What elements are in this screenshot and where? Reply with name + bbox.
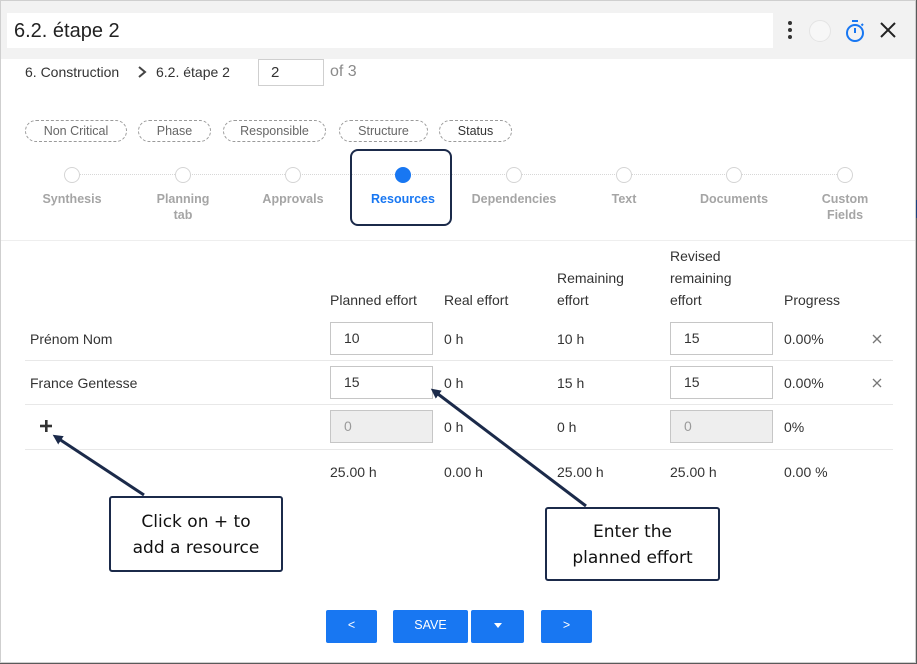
page-number-input[interactable]: 2 xyxy=(258,59,324,86)
dialog-title: 6.2. étape 2 xyxy=(14,20,120,42)
step-tab-custom[interactable]: Custom Fields xyxy=(795,191,895,223)
total-remaining-effort: 25.00 h xyxy=(557,464,604,480)
close-icon[interactable] xyxy=(878,20,898,40)
section-divider xyxy=(1,240,915,241)
remaining-effort-value: 15 h xyxy=(557,375,585,391)
title-field[interactable] xyxy=(7,13,773,48)
add-resource-icon[interactable] xyxy=(40,420,52,432)
step-tab-dependencies[interactable]: Dependencies xyxy=(464,191,564,207)
row-divider xyxy=(25,449,893,450)
breadcrumb-parent[interactable]: 6. Construction xyxy=(25,64,119,80)
previous-button[interactable]: < xyxy=(326,610,377,643)
callout-planned-effort: Enter the planned effort xyxy=(545,507,720,581)
step-dot-synthesis[interactable] xyxy=(64,167,80,183)
resource-name: Prénom Nom xyxy=(30,331,113,347)
step-label-line-2: Fields xyxy=(826,208,864,222)
remove-resource-icon[interactable] xyxy=(872,334,882,344)
header-revised-1: Revised xyxy=(670,248,721,264)
new-remaining-effort-value: 0 h xyxy=(557,419,577,435)
planned-effort-input[interactable]: 15 xyxy=(330,366,433,399)
step-label-line-2: tab xyxy=(173,208,193,222)
real-effort-value: 0 h xyxy=(444,375,464,391)
step-dot-planning[interactable] xyxy=(175,167,191,183)
step-label-line-1: Text xyxy=(611,192,637,206)
header-revised-3: effort xyxy=(670,292,702,308)
more-options-icon[interactable] xyxy=(787,21,793,41)
callout-effort-line-2: planned effort xyxy=(572,548,693,568)
step-label-line-1: Custom xyxy=(821,192,869,206)
step-label-line-1: Dependencies xyxy=(471,192,557,206)
resource-name: France Gentesse xyxy=(30,375,138,391)
total-progress: 0.00 % xyxy=(784,464,828,480)
step-label-line-1: Documents xyxy=(699,192,769,206)
step-dot-custom[interactable] xyxy=(837,167,853,183)
step-label-line-1: Synthesis xyxy=(42,192,102,206)
chip-phase[interactable]: Phase xyxy=(138,120,211,142)
remaining-effort-value: 10 h xyxy=(557,331,585,347)
save-button[interactable]: SAVE xyxy=(393,610,468,643)
callout-add-resource: Click on + to add a resource xyxy=(109,496,283,572)
status-circle-button[interactable] xyxy=(809,20,831,42)
resource-dialog: 6.2. étape 2 6. Construction 6.2. étape … xyxy=(0,0,916,663)
total-revised-remaining: 25.00 h xyxy=(670,464,717,480)
dialog-header: 6.2. étape 2 xyxy=(1,1,915,59)
header-planned-effort: Planned effort xyxy=(330,292,417,308)
header-real-effort: Real effort xyxy=(444,292,509,308)
breadcrumb-current: 6.2. étape 2 xyxy=(156,64,230,80)
step-tab-documents[interactable]: Documents xyxy=(684,191,784,207)
row-divider xyxy=(25,360,893,361)
new-planned-effort-input[interactable]: 0 xyxy=(330,410,433,443)
remove-resource-icon[interactable] xyxy=(872,378,882,388)
step-dot-dependencies[interactable] xyxy=(506,167,522,183)
header-progress: Progress xyxy=(784,292,841,308)
save-options-button[interactable] xyxy=(471,610,524,643)
step-tab-synthesis[interactable]: Synthesis xyxy=(22,191,122,207)
progress-value: 0.00% xyxy=(784,375,824,391)
header-remaining-effort-2: effort xyxy=(557,292,589,308)
new-revised-remaining-input[interactable]: 0 xyxy=(670,410,773,443)
chip-structure[interactable]: Structure xyxy=(339,120,428,142)
header-remaining-effort-1: Remaining xyxy=(557,270,624,286)
total-real-effort: 0.00 h xyxy=(444,464,483,480)
total-planned-effort: 25.00 h xyxy=(330,464,377,480)
callout-effort-line-1: Enter the xyxy=(593,522,672,542)
step-label-line-1: Approvals xyxy=(262,192,324,206)
stopwatch-icon[interactable] xyxy=(844,19,866,43)
new-progress-value: 0% xyxy=(784,419,805,435)
step-label-line-1: Planning xyxy=(156,192,210,206)
step-dot-approvals[interactable] xyxy=(285,167,301,183)
planned-effort-input[interactable]: 10 xyxy=(330,322,433,355)
chip-responsible[interactable]: Responsible xyxy=(223,120,326,142)
row-divider xyxy=(25,404,893,405)
step-tab-text[interactable]: Text xyxy=(574,191,674,207)
header-revised-2: remaining xyxy=(670,270,732,286)
chevron-right-icon xyxy=(138,66,147,78)
step-tab-resources[interactable]: Resources xyxy=(353,191,453,207)
next-button[interactable]: > xyxy=(541,610,592,643)
active-step-highlight xyxy=(350,149,452,226)
revised-remaining-input[interactable]: 15 xyxy=(670,322,773,355)
step-tab-planning[interactable]: Planning tab xyxy=(133,191,233,223)
new-real-effort-value: 0 h xyxy=(444,419,464,435)
caret-down-icon xyxy=(493,623,502,629)
chip-status[interactable]: Status xyxy=(439,120,512,142)
arrow-to-add-icon xyxy=(52,434,145,497)
step-dot-documents[interactable] xyxy=(726,167,742,183)
callout-add-line-1: Click on + to xyxy=(141,512,251,532)
revised-remaining-input[interactable]: 15 xyxy=(670,366,773,399)
step-dot-resources[interactable] xyxy=(395,167,411,183)
step-label-line-1: Resources xyxy=(371,192,435,206)
chip-non-critical[interactable]: Non Critical xyxy=(25,120,127,142)
step-tab-approvals[interactable]: Approvals xyxy=(243,191,343,207)
callout-add-line-2: add a resource xyxy=(132,538,260,558)
real-effort-value: 0 h xyxy=(444,331,464,347)
step-dot-text[interactable] xyxy=(616,167,632,183)
page-count: of 3 xyxy=(330,63,357,80)
progress-value: 0.00% xyxy=(784,331,824,347)
